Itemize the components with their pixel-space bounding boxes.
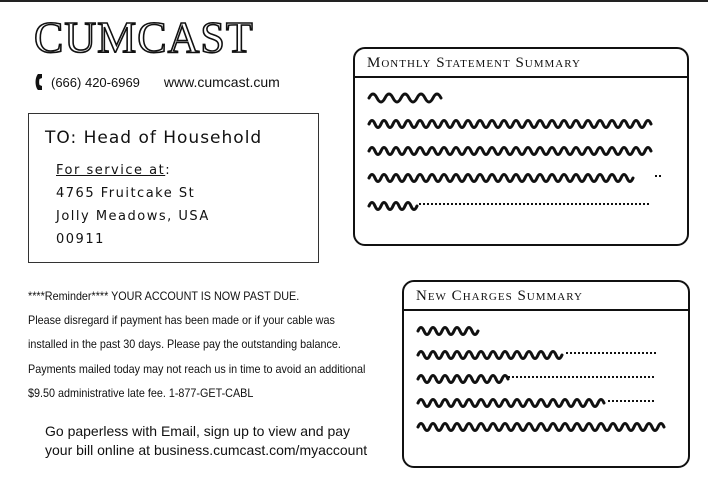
redacted-text-scribble	[367, 92, 663, 211]
redacted-text-scribble	[416, 326, 666, 432]
reminder-line: Please disregard if payment has been mad…	[28, 314, 335, 328]
recipient-box: TO: Head of Household For service at: 47…	[28, 113, 319, 263]
address-street: 4765 Fruitcake St	[56, 186, 196, 201]
top-rule	[0, 0, 708, 2]
recipient-to-line: TO: Head of Household	[45, 128, 263, 148]
service-address: For service at: 4765 Fruitcake St Jolly …	[56, 159, 318, 251]
service-label-row: For service at:	[56, 159, 318, 182]
monthly-statement-title: Monthly Statement Summary	[355, 49, 687, 78]
phone-icon	[35, 74, 42, 90]
new-charges-panel: New Charges Summary	[402, 280, 690, 468]
service-label-colon: :	[165, 163, 172, 178]
past-due-reminder: ****Reminder**** YOUR ACCOUNT IS NOW PAS…	[28, 285, 372, 406]
service-label: For service at	[56, 163, 166, 178]
paperless-notice: Go paperless with Email, sign up to view…	[45, 422, 367, 460]
contact-line: (666) 420-6969 www.cumcast.cum	[34, 73, 280, 91]
monthly-statement-panel: Monthly Statement Summary	[353, 47, 689, 246]
reminder-line: ****Reminder**** YOUR ACCOUNT IS NOW PAS…	[28, 290, 300, 303]
address-zip: 00911	[56, 232, 105, 247]
reminder-line: Payments mailed today may not reach us i…	[28, 362, 366, 376]
address-city: Jolly Meadows, USA	[56, 209, 210, 224]
phone-number: (666) 420-6969	[51, 74, 140, 90]
new-charges-title: New Charges Summary	[404, 282, 688, 311]
paperless-line-1: Go paperless with Email, sign up to view…	[45, 423, 351, 439]
reminder-line: $9.50 administrative late fee. 1-877-GET…	[28, 386, 254, 400]
company-logo: CUMCAST	[33, 13, 254, 63]
website-link[interactable]: www.cumcast.cum	[164, 74, 280, 90]
reminder-line: installed in the past 30 days. Please pa…	[28, 338, 341, 352]
paperless-line-2: your bill online at business.cumcast.com…	[45, 442, 368, 458]
